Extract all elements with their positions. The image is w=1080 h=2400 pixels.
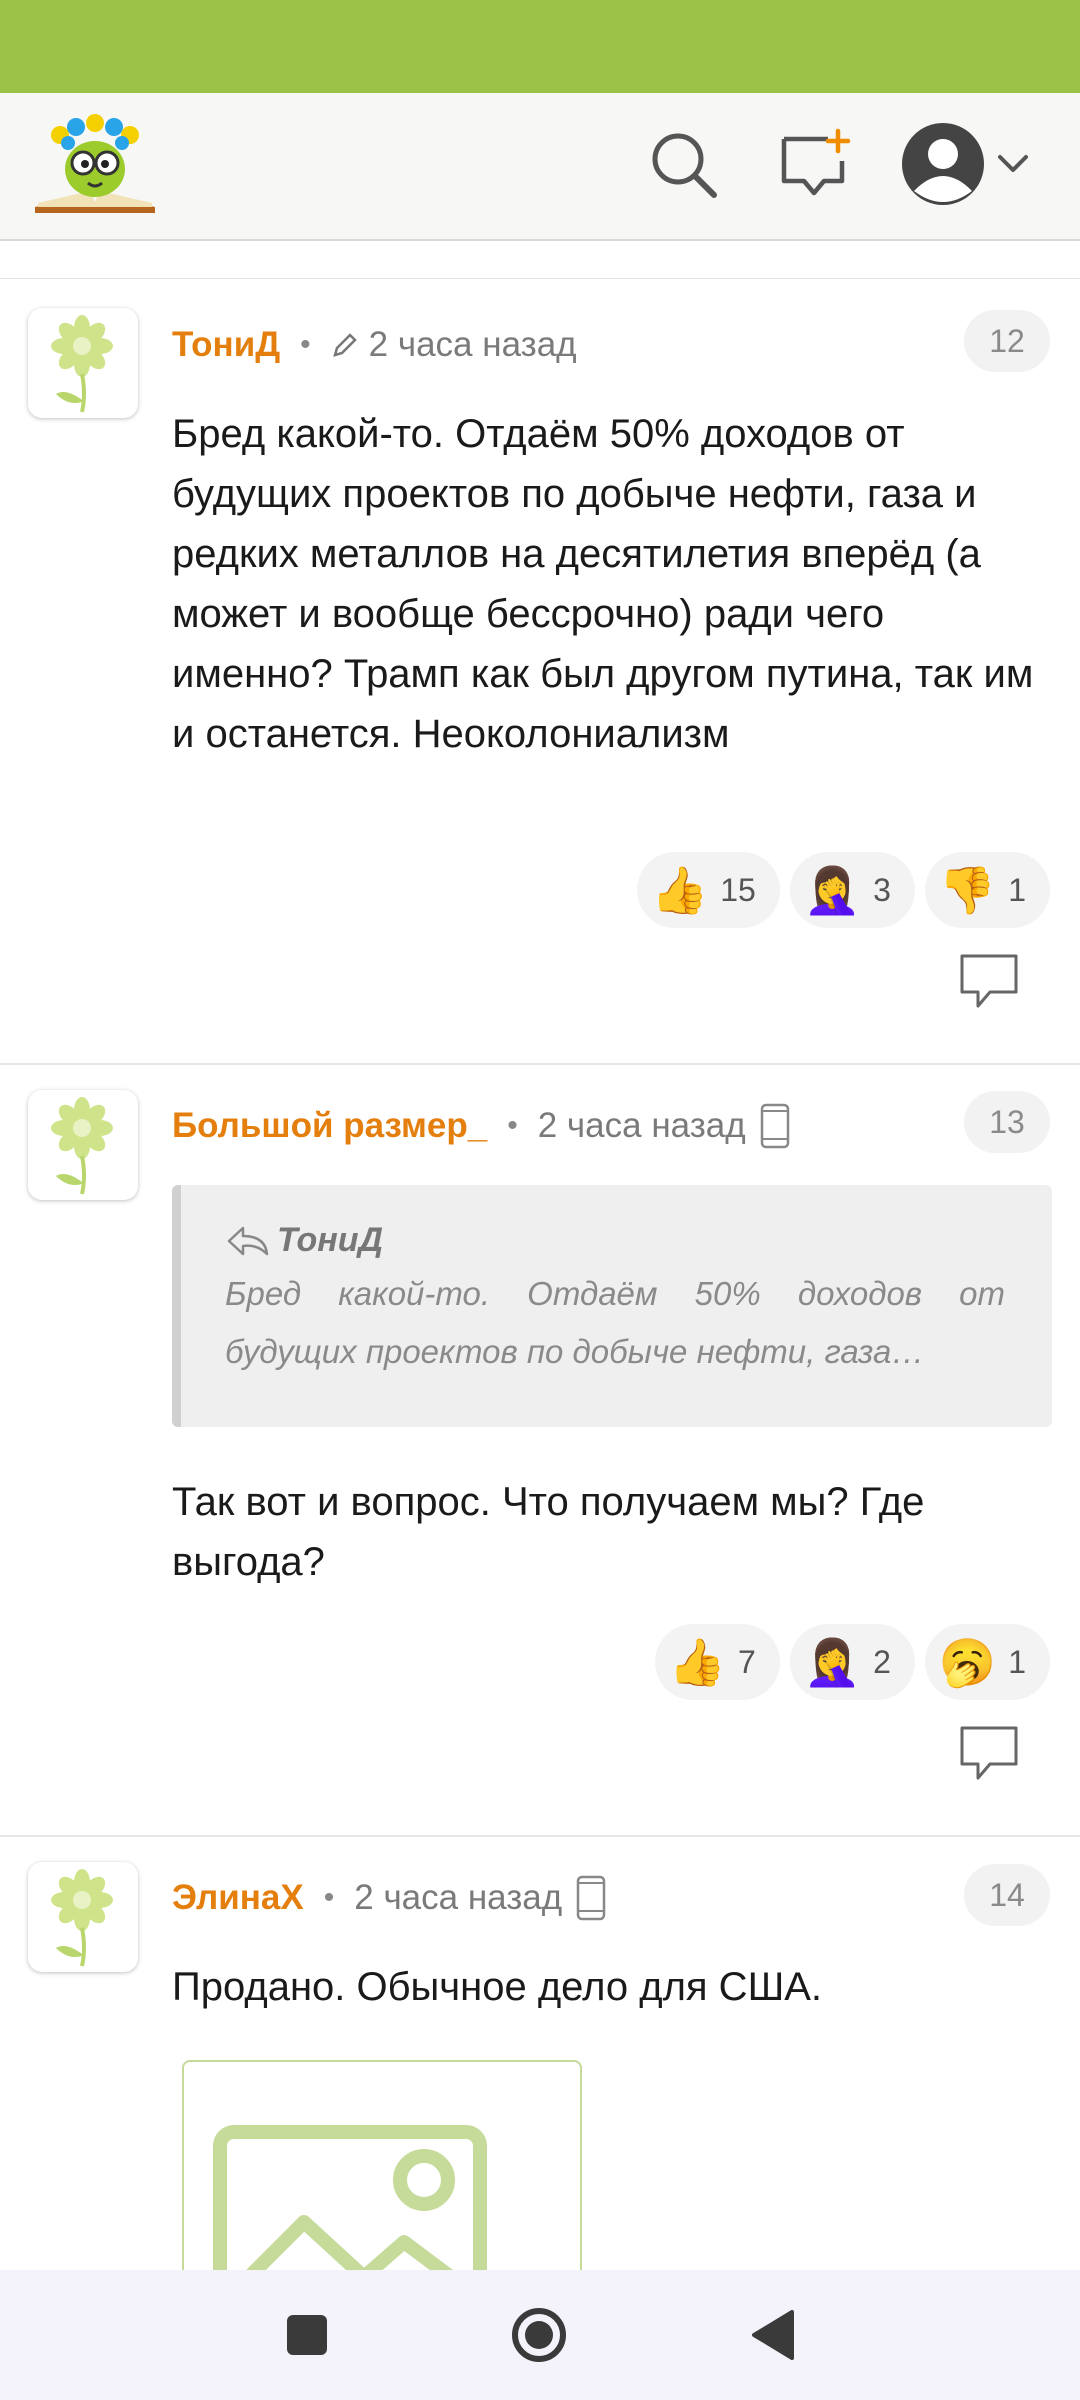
reply-arrow-icon	[227, 1226, 269, 1255]
reaction-count: 3	[873, 871, 891, 908]
circle-home-icon[interactable]	[504, 2300, 574, 2370]
reply-comment-icon[interactable]	[958, 1724, 1020, 1782]
flower-avatar-icon	[51, 1869, 113, 1967]
reply-comment-icon[interactable]	[958, 952, 1020, 1010]
reaction-count: 1	[1008, 871, 1026, 908]
comment-text: Так вот и вопрос. Что получаем мы? Где в…	[172, 1480, 925, 1584]
thumbs-up-icon: 👍	[668, 1634, 727, 1689]
quote-text: Бред какой-то. Отдаём 50% доходов от буд…	[225, 1275, 1005, 1370]
user-avatar[interactable]	[28, 308, 138, 418]
edited-pencil-icon	[332, 333, 357, 357]
comment-time: 2 часа назад	[368, 325, 577, 364]
separator-dot: •	[323, 1881, 335, 1914]
user-avatar[interactable]	[28, 1090, 138, 1200]
reaction-count: 2	[873, 1643, 891, 1680]
user-avatar[interactable]	[28, 1862, 138, 1972]
author-name[interactable]: ЭлинаХ	[172, 1878, 304, 1918]
separator	[0, 278, 1080, 279]
facepalm-icon: 🤦‍♀️	[803, 862, 862, 917]
site-logo[interactable]	[30, 107, 160, 217]
thumbs-down-icon: 👎	[938, 862, 997, 917]
quoted-comment[interactable]: ТониД Бред какой-то. Отдаём 50% доходов …	[172, 1185, 1052, 1427]
reaction-bar: 👍 7 🤦‍♀️ 2 🥱 1	[654, 1624, 1050, 1700]
comment-time: 2 часа назад	[354, 1878, 563, 1917]
reaction-bar: 👍 15 🤦‍♀️ 3 👎 1	[636, 852, 1050, 928]
yawning-face-icon: 🥱	[938, 1634, 997, 1689]
facepalm-icon: 🤦‍♀️	[803, 1634, 862, 1689]
reaction-like[interactable]: 👍 15	[636, 852, 780, 928]
mobile-device-icon	[760, 1103, 789, 1149]
quote-author: ТониД	[277, 1221, 384, 1259]
author-name[interactable]: Большой размер_	[172, 1106, 487, 1146]
flower-avatar-icon	[51, 315, 113, 413]
comment-number[interactable]: 13	[964, 1091, 1050, 1153]
comment-number[interactable]: 12	[964, 310, 1050, 372]
flower-avatar-icon	[51, 1097, 113, 1195]
reaction-count: 1	[1008, 1643, 1026, 1680]
chevron-down-icon[interactable]	[996, 149, 1030, 179]
comment-text: Бред какой-то. Отдаём 50% доходов от буд…	[172, 412, 1034, 756]
separator-dot: •	[300, 328, 311, 361]
reaction-count: 7	[738, 1643, 756, 1680]
reaction-facepalm[interactable]: 🤦‍♀️ 2	[789, 1624, 915, 1700]
top-bar	[0, 93, 1080, 241]
comment-meta: ТониД • 2 часа назад	[172, 320, 577, 370]
new-message-plus-icon[interactable]	[776, 127, 852, 203]
reaction-dislike[interactable]: 👎 1	[924, 852, 1050, 928]
comment-number[interactable]: 14	[964, 1864, 1050, 1926]
comment-divider	[0, 1063, 1080, 1065]
search-icon[interactable]	[646, 127, 722, 203]
mobile-device-icon	[576, 1875, 606, 1921]
triangle-back-icon[interactable]	[740, 2300, 810, 2370]
comment-time: 2 часа назад	[537, 1106, 746, 1145]
author-name[interactable]: ТониД	[172, 325, 280, 365]
comment-text: Продано. Обычное дело для США.	[172, 1965, 823, 2009]
image-placeholder[interactable]	[182, 2060, 582, 2292]
reaction-facepalm[interactable]: 🤦‍♀️ 3	[789, 852, 915, 928]
system-nav-bar	[0, 2270, 1080, 2400]
status-bar	[0, 0, 1080, 93]
square-recents-icon[interactable]	[272, 2300, 342, 2370]
reaction-like[interactable]: 👍 7	[654, 1624, 780, 1700]
image-placeholder-icon	[213, 2125, 487, 2292]
reaction-count: 15	[720, 871, 756, 908]
thumbs-up-icon: 👍	[650, 862, 709, 917]
comment-meta: Большой размер_ • 2 часа назад	[172, 1101, 790, 1151]
profile-avatar-icon[interactable]	[900, 121, 986, 207]
comment-divider	[0, 1835, 1080, 1837]
reaction-yawn[interactable]: 🥱 1	[924, 1624, 1050, 1700]
quote-author-row: ТониД	[225, 1221, 383, 1260]
separator-dot: •	[507, 1109, 518, 1142]
comment-meta: ЭлинаХ • 2 часа назад	[172, 1873, 606, 1923]
